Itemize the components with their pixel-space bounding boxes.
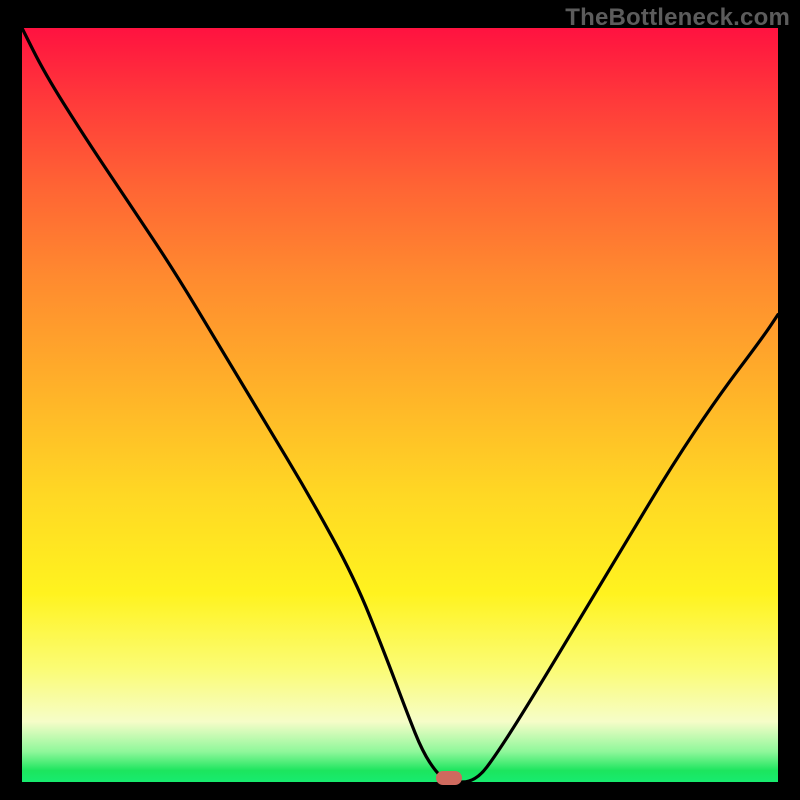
optimum-marker — [436, 771, 462, 785]
bottleneck-curve — [22, 28, 778, 782]
chart-frame: TheBottleneck.com — [0, 0, 800, 800]
watermark-text: TheBottleneck.com — [565, 4, 790, 32]
curve-layer — [22, 28, 778, 782]
